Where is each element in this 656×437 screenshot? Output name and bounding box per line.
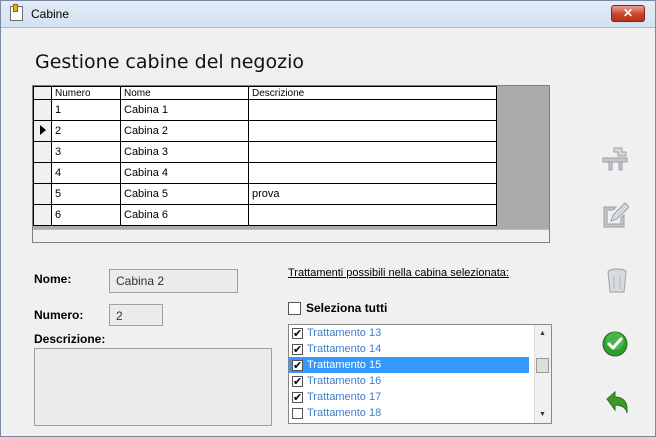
list-item[interactable]: Trattamento 13	[289, 325, 529, 342]
row-indicator-cell[interactable]	[33, 99, 52, 121]
numero-cell[interactable]: 1	[51, 99, 121, 121]
row-indicator-cell[interactable]	[33, 204, 52, 226]
checkbox-icon[interactable]	[292, 358, 303, 374]
checkbox-icon[interactable]	[292, 342, 303, 358]
list-item[interactable]: Trattamento 17	[289, 389, 529, 406]
trattamenti-label: Trattamenti possibili nella cabina selez…	[288, 267, 509, 279]
confirm-icon[interactable]	[601, 330, 629, 358]
list-vertical-scrollbar[interactable]: ▲ ▼	[534, 325, 551, 423]
list-item-label: Trattamento 17	[307, 391, 382, 403]
column-header-nome[interactable]: Nome	[120, 86, 249, 100]
undo-icon[interactable]	[603, 389, 631, 417]
descrizione-cell[interactable]: prova	[248, 183, 497, 205]
table-row[interactable]: 2 Cabina 2	[33, 120, 497, 142]
page-title: Gestione cabine del negozio	[35, 51, 304, 73]
column-header-descrizione[interactable]: Descrizione	[248, 86, 497, 100]
select-all-label: Seleziona tutti	[306, 301, 388, 315]
nome-cell[interactable]: Cabina 3	[120, 141, 249, 163]
list-item[interactable]: Trattamento 15	[289, 357, 529, 374]
nome-field[interactable]: Cabina 2	[109, 269, 238, 293]
list-item-label: Trattamento 16	[307, 375, 382, 387]
scroll-thumb[interactable]	[536, 358, 549, 373]
close-button[interactable]: ✕	[611, 5, 645, 22]
header-indicator-cell	[33, 86, 52, 100]
cabine-grid[interactable]: Numero Nome Descrizione 1 Cabina 1 2 Cabina…	[32, 85, 550, 243]
table-header-row: Numero Nome Descrizione	[33, 86, 497, 100]
app-icon	[10, 4, 23, 21]
table-row[interactable]: 3 Cabina 3	[33, 141, 497, 163]
checkbox-icon[interactable]	[288, 302, 301, 316]
delete-icon[interactable]	[603, 267, 631, 295]
list-item[interactable]: Trattamento 18	[289, 405, 529, 421]
trattamenti-list[interactable]: Trattamento 13 Trattamento 14 Trattamento …	[288, 324, 552, 424]
numero-cell[interactable]: 3	[51, 141, 121, 163]
edit-icon[interactable]	[601, 201, 629, 229]
table-row[interactable]: 6 Cabina 6	[33, 204, 497, 226]
table-row[interactable]: 5 Cabina 5 prova	[33, 183, 497, 205]
checkbox-icon[interactable]	[292, 374, 303, 390]
numero-cell[interactable]: 6	[51, 204, 121, 226]
descrizione-field[interactable]	[34, 348, 272, 426]
descrizione-cell[interactable]	[248, 204, 497, 226]
descrizione-cell[interactable]	[248, 162, 497, 184]
nome-cell[interactable]: Cabina 5	[120, 183, 249, 205]
cabine-table: Numero Nome Descrizione 1 Cabina 1 2 Cabina…	[33, 86, 497, 226]
add-cabin-icon[interactable]	[601, 146, 629, 174]
nome-cell[interactable]: Cabina 6	[120, 204, 249, 226]
list-item[interactable]: Trattamento 16	[289, 373, 529, 390]
list-item-label: Trattamento 18	[307, 407, 382, 419]
numero-cell[interactable]: 5	[51, 183, 121, 205]
row-indicator-cell[interactable]	[33, 120, 52, 142]
scroll-down-icon[interactable]: ▼	[539, 411, 546, 418]
window-title: Cabine	[31, 7, 70, 21]
nome-label: Nome:	[34, 272, 72, 286]
title-bar[interactable]: Cabine ✕	[1, 1, 655, 28]
list-item-label: Trattamento 13	[307, 327, 382, 339]
row-indicator-cell[interactable]	[33, 141, 52, 163]
cabine-window: Cabine ✕ Gestione cabine del negozio Num…	[0, 0, 656, 437]
descrizione-cell[interactable]	[248, 99, 497, 121]
list-item-label: Trattamento 15	[307, 359, 382, 371]
row-indicator-cell[interactable]	[33, 162, 52, 184]
descrizione-cell[interactable]	[248, 120, 497, 142]
column-header-numero[interactable]: Numero	[51, 86, 121, 100]
checkbox-icon[interactable]	[292, 390, 303, 406]
table-row[interactable]: 1 Cabina 1	[33, 99, 497, 121]
table-row[interactable]: 4 Cabina 4	[33, 162, 497, 184]
grid-horizontal-scrollbar[interactable]	[33, 229, 549, 242]
descrizione-label: Descrizione:	[34, 332, 106, 346]
scroll-up-icon[interactable]: ▲	[539, 330, 546, 337]
select-all-checkbox[interactable]: Seleziona tutti	[288, 301, 388, 316]
checkbox-icon[interactable]	[292, 407, 303, 419]
current-row-arrow-icon	[39, 124, 46, 135]
numero-field[interactable]: 2	[109, 304, 163, 326]
nome-cell[interactable]: Cabina 1	[120, 99, 249, 121]
numero-label: Numero:	[34, 308, 84, 322]
descrizione-cell[interactable]	[248, 141, 497, 163]
row-indicator-cell[interactable]	[33, 183, 52, 205]
checkbox-icon[interactable]	[292, 326, 303, 342]
nome-cell[interactable]: Cabina 2	[120, 120, 249, 142]
list-item[interactable]: Trattamento 14	[289, 341, 529, 358]
numero-cell[interactable]: 2	[51, 120, 121, 142]
numero-cell[interactable]: 4	[51, 162, 121, 184]
list-item-label: Trattamento 14	[307, 343, 382, 355]
nome-cell[interactable]: Cabina 4	[120, 162, 249, 184]
